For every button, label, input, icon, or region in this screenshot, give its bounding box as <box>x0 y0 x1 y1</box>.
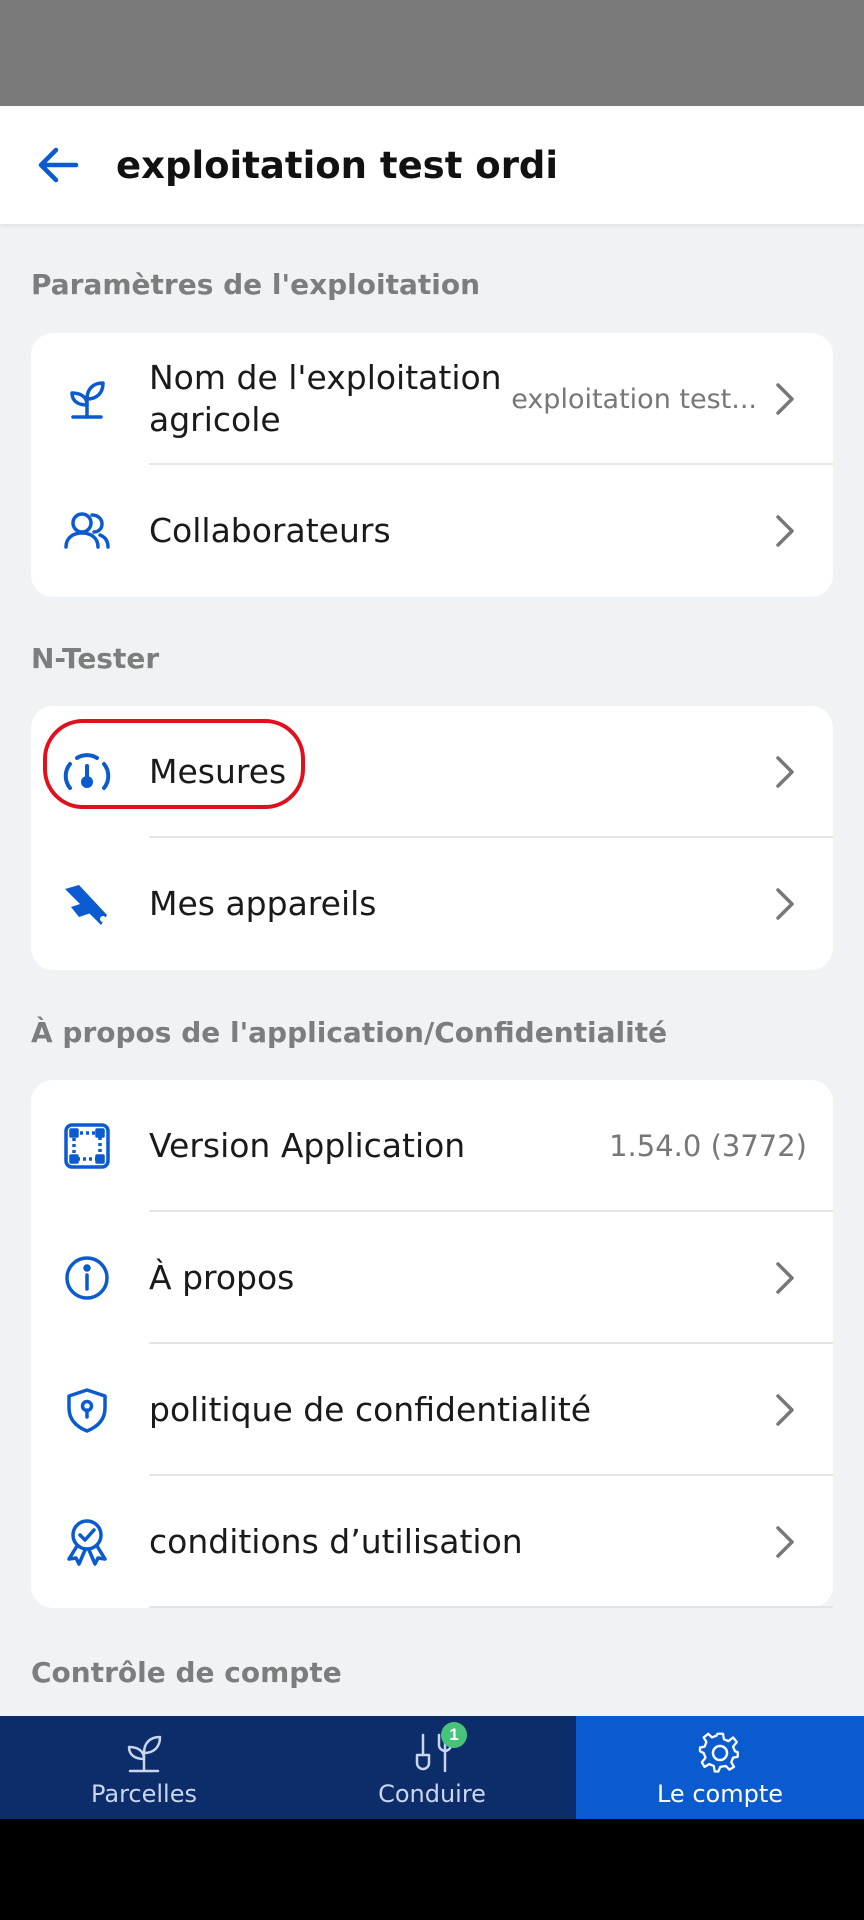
row-terms-of-use[interactable]: conditions d’utilisation <box>31 1476 833 1608</box>
row-app-version: Version Application 1.54.0 (3772) <box>31 1080 833 1212</box>
shield-lock-icon <box>61 1384 113 1436</box>
nav-item-le-compte[interactable]: Le compte <box>576 1716 864 1819</box>
status-bar <box>0 0 864 106</box>
row-label: conditions d’utilisation <box>149 1522 523 1561</box>
back-arrow-icon[interactable] <box>32 139 84 191</box>
section-title-exploitation: Paramètres de l'exploitation <box>31 268 481 301</box>
farm-name-value: exploitation test... <box>511 383 757 415</box>
section-title-about: À propos de l'application/Confidentialit… <box>31 1016 668 1049</box>
row-label: Collaborateurs <box>149 511 391 550</box>
row-about[interactable]: À propos <box>31 1212 833 1344</box>
row-farm-name[interactable]: Nom de l'exploitation agricole exploitati… <box>31 333 833 465</box>
nav-label: Conduire <box>378 1780 486 1808</box>
chevron-right-icon <box>773 884 797 924</box>
settings-content[interactable]: Paramètres de l'exploitation Nom de l'ex… <box>0 224 864 1716</box>
row-label: Nom de l'exploitation agricole <box>149 358 502 439</box>
nav-label: Le compte <box>656 1780 783 1808</box>
section-title-ntester: N-Tester <box>31 642 160 675</box>
system-navigation-bar <box>0 1819 864 1920</box>
app-bar: exploitation test ordi <box>0 106 864 224</box>
device-icon <box>61 878 113 930</box>
plant-icon <box>121 1730 167 1776</box>
row-collaborators[interactable]: Collaborateurs <box>31 465 833 597</box>
divider <box>149 1606 833 1608</box>
nav-item-parcelles[interactable]: Parcelles <box>0 1716 288 1819</box>
highlight-annotation <box>43 719 305 809</box>
tools-icon: 1 <box>409 1722 467 1776</box>
app-frame-icon <box>61 1120 113 1172</box>
chevron-right-icon <box>773 1258 797 1298</box>
chevron-right-icon <box>773 511 797 551</box>
row-label: Version Application <box>149 1126 466 1165</box>
sprout-icon <box>61 373 113 425</box>
info-icon <box>61 1252 113 1304</box>
chevron-right-icon <box>773 379 797 419</box>
card-about: Version Application 1.54.0 (3772) À prop… <box>31 1080 833 1608</box>
row-privacy-policy[interactable]: politique de confidentialité <box>31 1344 833 1476</box>
nav-item-conduire[interactable]: 1 Conduire <box>288 1716 576 1819</box>
card-exploitation: Nom de l'exploitation agricole exploitati… <box>31 333 833 597</box>
badge-check-icon <box>61 1516 113 1568</box>
page-title: exploitation test ordi <box>116 143 559 187</box>
row-my-devices[interactable]: Mes appareils <box>31 838 833 970</box>
row-label: Mes appareils <box>149 884 377 923</box>
notification-badge: 1 <box>441 1722 467 1748</box>
chevron-right-icon <box>773 1522 797 1562</box>
bottom-navigation: Parcelles 1 Conduire Le compte <box>0 1716 864 1819</box>
app-version-value: 1.54.0 (3772) <box>609 1129 807 1163</box>
chevron-right-icon <box>773 752 797 792</box>
chevron-right-icon <box>773 1390 797 1430</box>
section-title-account-control: Contrôle de compte <box>31 1656 342 1689</box>
row-label: politique de confidentialité <box>149 1390 592 1429</box>
users-icon <box>61 505 113 557</box>
nav-label: Parcelles <box>90 1780 197 1808</box>
gear-icon <box>697 1730 743 1776</box>
row-label: À propos <box>149 1258 295 1297</box>
